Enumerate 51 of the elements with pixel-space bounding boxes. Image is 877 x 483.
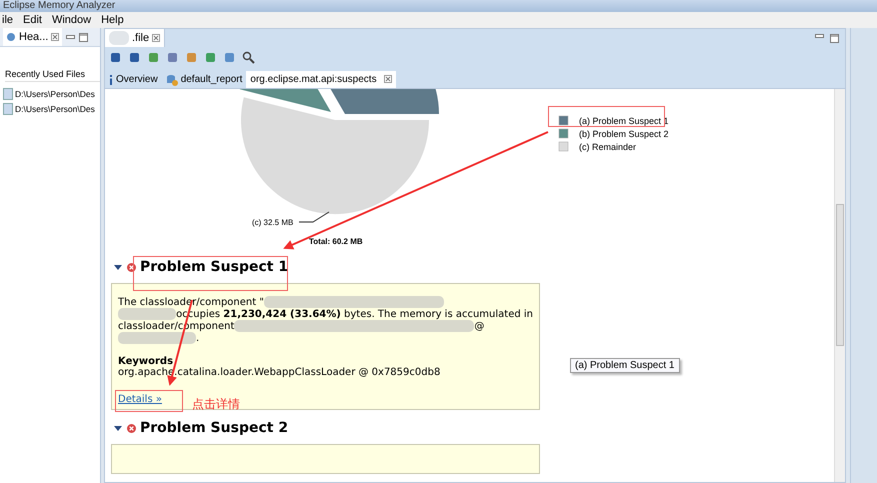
annotation-box [115, 390, 183, 412]
close-icon[interactable] [152, 34, 160, 42]
recent-file[interactable]: D:\Users\Person\Des [0, 101, 100, 116]
menu-item[interactable]: Edit [23, 14, 42, 26]
keywords-heading: Keywords [118, 356, 174, 367]
toolbar-icon[interactable] [147, 50, 160, 64]
search-icon[interactable] [242, 50, 255, 64]
toolbar-icon[interactable] [128, 50, 141, 64]
toolbar-icon[interactable] [204, 50, 217, 64]
section-title: Problem Suspect 2 [140, 420, 288, 436]
section-heading: Recently Used Files [5, 69, 100, 82]
recent-file[interactable]: D:\Users\Person\Des [0, 86, 100, 101]
details-link[interactable]: Details » [118, 394, 162, 405]
report-tab[interactable]: default_report [162, 71, 246, 88]
error-icon [127, 262, 136, 272]
toolbar-icon[interactable] [166, 50, 179, 64]
description-text: @ [474, 320, 484, 332]
toolbar-icon[interactable] [109, 50, 122, 64]
legend-label: (b) Problem Suspect 2 [579, 129, 669, 139]
minimize-icon[interactable] [815, 34, 824, 38]
info-icon [109, 74, 113, 84]
maximize-icon[interactable] [79, 32, 88, 42]
window-title: Eclipse Memory Analyzer [0, 0, 877, 12]
total-label: Total: 60.2 MB [309, 237, 363, 246]
annotation-text: 点击详情 [192, 396, 240, 413]
expanded-triangle-icon[interactable] [113, 424, 123, 432]
minimize-icon[interactable] [66, 35, 76, 39]
heap-icon [6, 32, 16, 42]
close-icon[interactable] [51, 33, 60, 41]
toolbar-icon[interactable] [223, 50, 236, 64]
maximize-icon[interactable] [830, 34, 839, 42]
redaction-block [109, 31, 129, 45]
report-tab[interactable]: org.eclipse.mat.api:suspects [246, 71, 396, 88]
report-tab[interactable]: Overview [105, 71, 162, 88]
redaction-block [118, 308, 176, 320]
view-tab[interactable]: Hea... [3, 28, 62, 46]
expanded-triangle-icon[interactable] [113, 263, 123, 271]
description-text: . [196, 332, 200, 344]
legend-label: (c) Remainder [579, 142, 636, 152]
menu-item[interactable]: Help [101, 14, 124, 26]
database-gear-icon [166, 74, 178, 86]
error-icon [127, 424, 136, 432]
tooltip: (a) Problem Suspect 1 [570, 358, 680, 373]
close-icon[interactable] [384, 74, 392, 82]
scrollbar[interactable] [834, 89, 845, 482]
leader-line [298, 212, 330, 222]
section-title: Problem Suspect 1 [140, 259, 288, 275]
menu-item[interactable]: ile [2, 14, 14, 26]
menu-item[interactable]: Window [52, 14, 92, 26]
slice-label: (c) 32.5 MB [252, 218, 294, 227]
editor-tab[interactable]: .file [105, 29, 166, 47]
